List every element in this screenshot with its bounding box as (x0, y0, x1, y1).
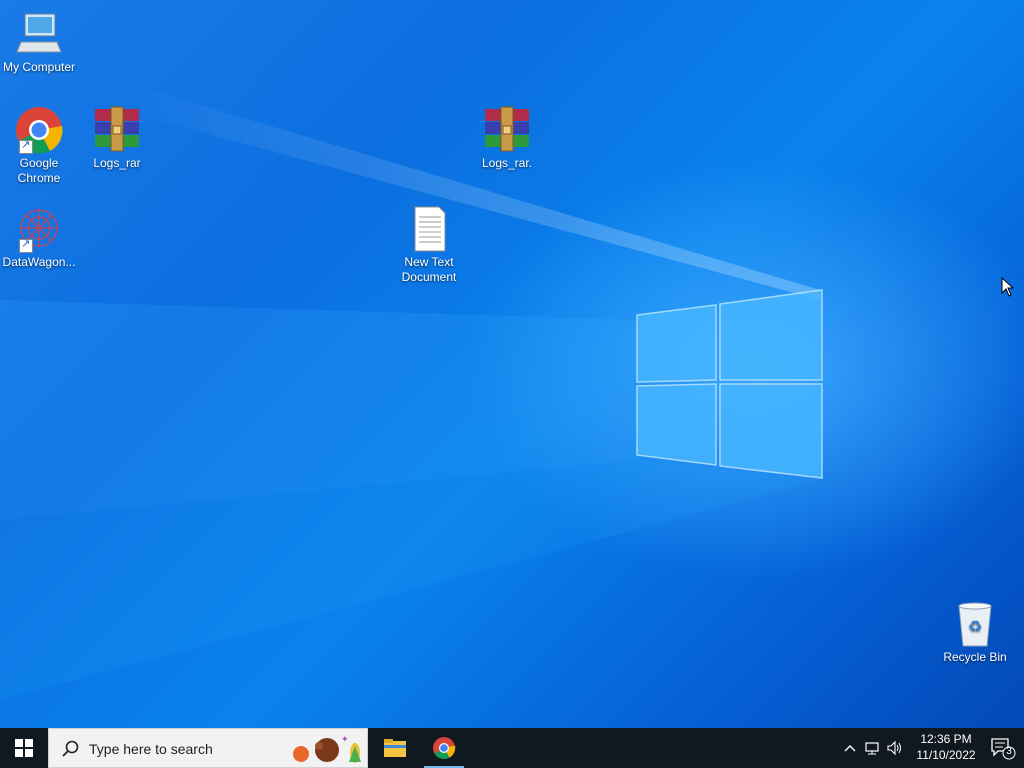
volume-icon[interactable] (886, 740, 902, 756)
svg-text:♻: ♻ (968, 617, 982, 636)
desktop-icon-label: Logs_rar. (481, 156, 533, 170)
notification-count-badge: 3 (1006, 746, 1012, 757)
clock-date: 11/10/2022 (916, 748, 976, 762)
shortcut-arrow-icon (19, 138, 33, 154)
shortcut-arrow-icon (19, 237, 33, 253)
taskbar-search-box[interactable]: Type here to search ✦ (48, 728, 368, 768)
chrome-icon (13, 106, 65, 154)
start-button[interactable] (0, 728, 48, 768)
desktop-icon-label: Google Chrome (17, 156, 61, 185)
datawagon-icon (13, 205, 65, 253)
desktop-icon-logs-rar[interactable]: Logs_rar (78, 106, 156, 171)
windows-logo-wallpaper (636, 289, 823, 479)
clock-time: 12:36 PM (920, 732, 972, 746)
chevron-up-icon[interactable] (842, 740, 858, 756)
svg-text:✦: ✦ (341, 735, 349, 745)
winrar-archive-icon (481, 106, 533, 154)
desktop-icon-recycle-bin[interactable]: ♻ Recycle Bin (936, 600, 1014, 665)
text-document-icon (403, 205, 455, 253)
action-center-button[interactable]: 3 (990, 736, 1016, 760)
computer-icon (13, 10, 65, 58)
search-icon (62, 740, 79, 757)
desktop-icon-logs-rar-2[interactable]: Logs_rar. (468, 106, 546, 171)
taskbar-clock[interactable]: 12:36 PM 11/10/2022 (912, 731, 980, 763)
desktop[interactable]: My Computer Google Chrome L (0, 0, 1024, 728)
desktop-icon-my-computer[interactable]: My Computer (0, 10, 78, 75)
search-placeholder: Type here to search (89, 741, 213, 757)
folder-icon (384, 739, 406, 757)
recycle-bin-icon: ♻ (949, 600, 1001, 648)
winrar-archive-icon (91, 106, 143, 154)
desktop-icon-label: Recycle Bin (943, 650, 1007, 664)
desktop-icon-label: My Computer (2, 60, 76, 74)
network-icon[interactable] (864, 740, 880, 756)
mouse-cursor-icon (1001, 277, 1015, 297)
windows-start-icon (15, 739, 33, 757)
chrome-icon (433, 737, 456, 759)
desktop-icon-datawagon[interactable]: DataWagon... (0, 205, 78, 270)
taskbar-file-explorer[interactable] (371, 728, 419, 768)
desktop-icon-label: DataWagon... (2, 255, 76, 269)
taskbar: Type here to search ✦ 12:36 PM 11/10/202… (0, 728, 1024, 768)
desktop-icon-google-chrome[interactable]: Google Chrome (0, 106, 78, 186)
desktop-icon-label: Logs_rar (93, 156, 141, 170)
desktop-icon-label: New Text Document (401, 255, 457, 284)
taskbar-google-chrome[interactable] (420, 728, 468, 768)
system-tray: 12:36 PM 11/10/2022 3 (824, 728, 1024, 768)
search-highlight-doodle-icon: ✦ (293, 735, 361, 763)
desktop-icon-new-text-document[interactable]: New Text Document (390, 205, 468, 285)
